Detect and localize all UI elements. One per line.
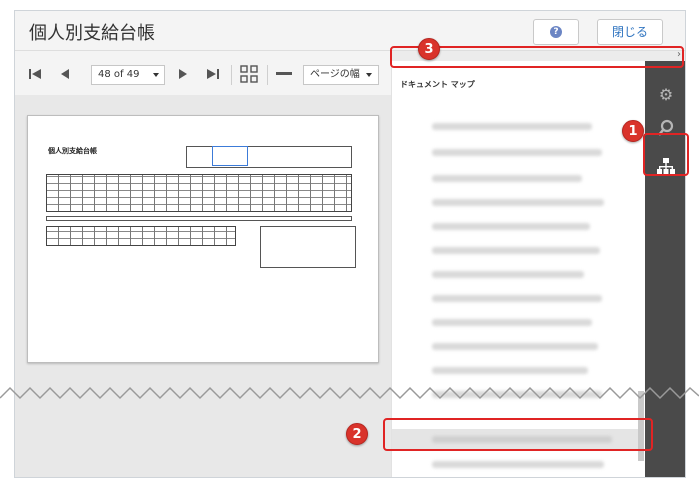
viewer-toolbar: 48 of 49 ページの幅: [15, 51, 391, 95]
list-item[interactable]: [432, 343, 598, 350]
report-page: 個人別支給台帳: [27, 115, 379, 363]
header-info-table: [186, 146, 352, 168]
window-title: 個人別支給台帳: [29, 23, 155, 44]
help-button[interactable]: ?: [533, 19, 579, 45]
toolbar-divider: [231, 65, 232, 85]
page-number-select[interactable]: 48 of 49: [91, 65, 165, 85]
document-map-panel: ドキュメント マップ: [391, 61, 645, 477]
document-title: 個人別支給台帳: [48, 147, 97, 155]
callout-2: 2: [346, 423, 368, 445]
gear-icon[interactable]: ⚙: [656, 85, 676, 105]
list-item[interactable]: [432, 461, 604, 468]
list-item[interactable]: [432, 247, 600, 254]
help-icon: ?: [550, 26, 562, 38]
document-map-title: ドキュメント マップ: [400, 80, 475, 89]
remarks-box: [260, 226, 356, 268]
list-item[interactable]: [432, 319, 592, 326]
list-item[interactable]: [432, 223, 590, 230]
list-item[interactable]: [432, 175, 582, 182]
payment-table: [46, 174, 352, 212]
zoom-select[interactable]: ページの幅: [303, 65, 379, 85]
chevron-down-icon: [153, 73, 159, 77]
bonus-table: [46, 226, 236, 246]
layout-icon[interactable]: [239, 65, 259, 83]
zoom-out-icon[interactable]: [275, 65, 293, 83]
zoom-value: ページの幅: [310, 69, 360, 80]
list-item[interactable]: [432, 149, 602, 156]
torn-edge-divider: [0, 386, 699, 400]
list-item[interactable]: [432, 295, 602, 302]
callout-1: 1: [622, 120, 644, 142]
last-page-icon[interactable]: [205, 65, 221, 83]
toolbar-divider: [267, 65, 268, 85]
list-item[interactable]: [432, 199, 604, 206]
chevron-down-icon: [366, 73, 372, 77]
page-number-value: 48 of 49: [98, 69, 140, 80]
prev-page-icon[interactable]: [57, 65, 73, 83]
title-bar: 個人別支給台帳 ? 閉じる: [15, 11, 685, 51]
list-item[interactable]: [432, 123, 592, 130]
summary-row: [46, 216, 352, 221]
highlight-selected-item: [383, 418, 653, 451]
first-page-icon[interactable]: [27, 65, 43, 83]
list-item[interactable]: [432, 367, 588, 374]
list-item[interactable]: [432, 271, 584, 278]
highlighted-cell: [212, 146, 248, 166]
highlight-document-map-button: [643, 133, 689, 176]
side-panel-tabs: ⚙: [645, 61, 685, 477]
report-viewport[interactable]: 個人別支給台帳: [15, 95, 391, 477]
next-page-icon[interactable]: [175, 65, 191, 83]
callout-3: 3: [418, 38, 440, 60]
close-button[interactable]: 閉じる: [597, 19, 663, 45]
